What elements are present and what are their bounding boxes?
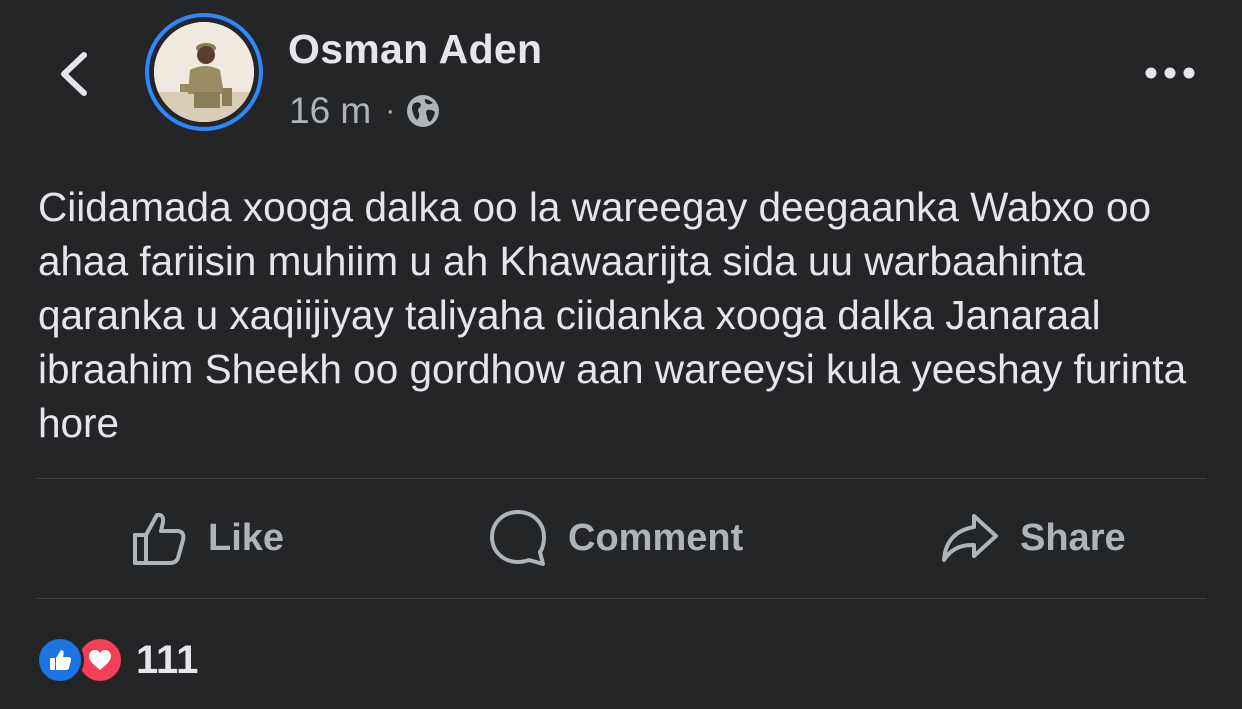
post-body-text: Ciidamada xooga dalka oo la wareegay dee… [38,184,1187,446]
share-button[interactable]: Share [940,479,1126,597]
more-dots-icon [1145,67,1195,79]
profile-photo [154,22,254,122]
thumbs-up-icon [133,512,186,565]
divider-bottom [36,598,1206,599]
like-label: Like [208,516,285,559]
post-header: Osman Aden 16 m · [0,0,1242,150]
avatar-story-ring[interactable] [145,13,263,131]
chevron-left-icon [61,52,87,96]
share-label: Share [1020,516,1126,559]
like-button[interactable]: Like [130,479,284,597]
comment-bubble-icon [490,510,546,566]
post-timestamp[interactable]: 16 m [289,90,371,132]
share-arrow-icon [942,514,998,562]
comment-button[interactable]: Comment [488,479,743,597]
like-reaction-icon [36,636,84,684]
meta-separator: · [385,94,396,127]
reaction-count: 111 [136,637,199,682]
post-actions-bar: Like Comment Share [36,479,1206,597]
comment-label: Comment [568,516,744,559]
more-options-button[interactable] [1140,56,1200,90]
reactions-summary[interactable]: 111 [36,632,198,688]
author-name[interactable]: Osman Aden [288,26,542,73]
post-meta: 16 m · [289,90,441,132]
avatar[interactable] [154,22,254,122]
globe-icon [407,95,440,127]
back-button[interactable] [48,44,98,104]
